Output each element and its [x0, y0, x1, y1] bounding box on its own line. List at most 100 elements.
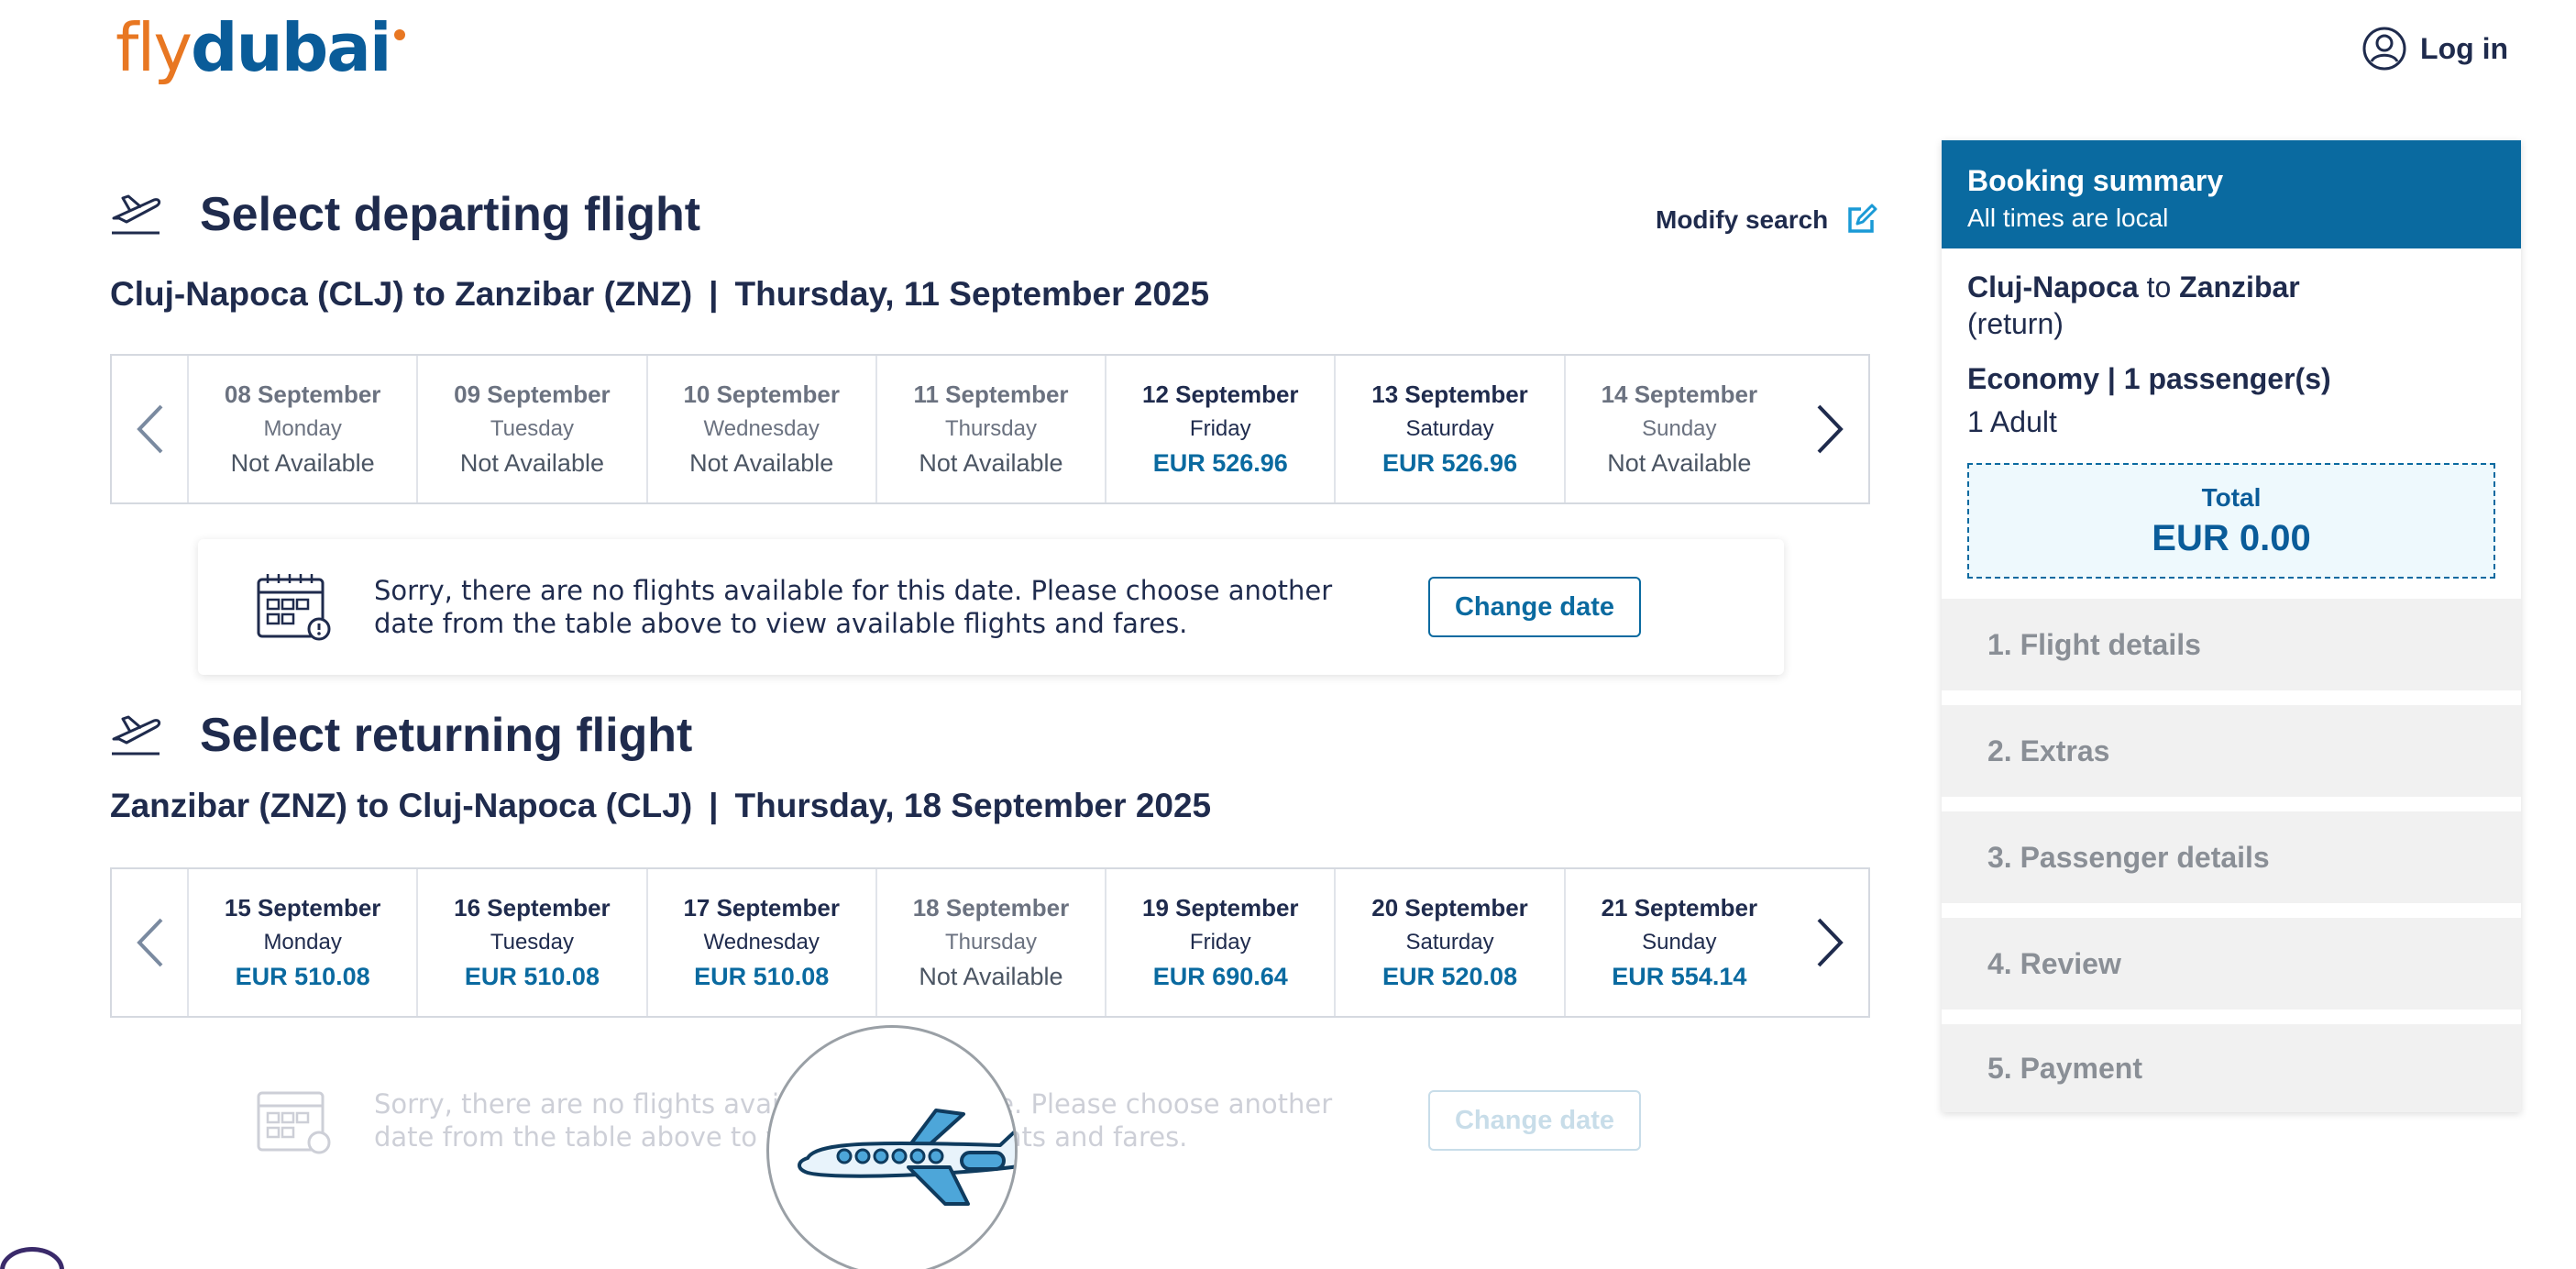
- date-cell-price: Not Available: [689, 449, 834, 477]
- returning-route: Zanzibar (ZNZ) to Cluj-Napoca (CLJ) | Thur…: [110, 787, 1211, 825]
- date-cell-weekday: Sunday: [1642, 416, 1717, 441]
- date-cell-weekday: Wednesday: [703, 930, 820, 955]
- login-button[interactable]: Log in: [2361, 26, 2508, 72]
- summary-to-word: to: [2146, 270, 2172, 303]
- date-cell[interactable]: 18 September Thursday Not Available: [875, 869, 1105, 1016]
- departing-change-date-button[interactable]: Change date: [1428, 577, 1641, 637]
- modify-search-label: Modify search: [1656, 205, 1829, 234]
- departing-no-flights-notice: Sorry, there are no flights available fo…: [198, 539, 1784, 675]
- total-value: EUR 0.00: [2152, 517, 2311, 558]
- date-cell[interactable]: 19 September Friday EUR 690.64: [1105, 869, 1334, 1016]
- booking-summary-title: Booking summary: [1967, 164, 2224, 197]
- summary-route: Cluj-Napoca to Zanzibar (return): [1967, 269, 2495, 342]
- edit-icon: [1848, 204, 1877, 233]
- date-cell-weekday: Monday: [263, 416, 342, 441]
- booking-summary-subtitle: All times are local: [1967, 204, 2169, 232]
- departing-next-button[interactable]: [1793, 356, 1868, 502]
- booking-step[interactable]: 2. Extras: [1942, 705, 2521, 797]
- returning-route-text: Zanzibar (ZNZ) to Cluj-Napoca (CLJ): [110, 787, 693, 824]
- date-cell[interactable]: 08 September Monday Not Available: [187, 356, 416, 502]
- date-cell-date: 13 September: [1371, 381, 1528, 408]
- date-cell-weekday: Friday: [1189, 416, 1251, 441]
- summary-to: Zanzibar: [2179, 270, 2300, 303]
- booking-step[interactable]: 1. Flight details: [1942, 599, 2521, 690]
- chat-assistant-icon[interactable]: [0, 1247, 64, 1269]
- booking-step[interactable]: 3. Passenger details: [1942, 811, 2521, 903]
- date-cell-price: Not Available: [459, 449, 604, 477]
- modify-search-link[interactable]: Modify search: [1656, 204, 1877, 237]
- chevron-left-icon: [137, 918, 163, 967]
- date-cell[interactable]: 13 September Saturday EUR 526.96: [1334, 356, 1563, 502]
- loading-plane-overlay: [766, 1025, 1018, 1269]
- departing-route: Cluj-Napoca (CLJ) to Zanzibar (ZNZ) | Thur…: [110, 275, 1209, 314]
- date-cell-date: 17 September: [683, 894, 840, 921]
- date-cell-date: 18 September: [912, 894, 1070, 921]
- date-cell[interactable]: 14 September Sunday Not Available: [1563, 356, 1793, 502]
- date-cell[interactable]: 15 September Monday EUR 510.08: [187, 869, 416, 1016]
- date-cell[interactable]: 21 September Sunday EUR 554.14: [1563, 869, 1793, 1016]
- returning-date-carousel: 15 September Monday EUR 510.08 16 September…: [110, 867, 1870, 1018]
- date-cell-weekday: Tuesday: [490, 416, 574, 441]
- calendar-alert-icon: [257, 574, 331, 641]
- date-cell-date: 08 September: [224, 381, 381, 408]
- logo-dubai-text: dubai: [190, 9, 392, 86]
- booking-summary-body: Cluj-Napoca to Zanzibar (return) Economy…: [1942, 248, 2521, 579]
- booking-step[interactable]: 4. Review: [1942, 918, 2521, 1010]
- date-cell-price: Not Available: [230, 449, 375, 477]
- departing-date: Thursday, 11 September 2025: [734, 275, 1210, 313]
- chevron-right-icon: [1817, 404, 1844, 454]
- date-cell[interactable]: 12 September Friday EUR 526.96: [1105, 356, 1334, 502]
- date-cell[interactable]: 20 September Saturday EUR 520.08: [1334, 869, 1563, 1016]
- departing-date-carousel: 08 September Monday Not Available 09 Septem…: [110, 354, 1870, 504]
- date-cell-date: 10 September: [683, 381, 840, 408]
- date-cell-date: 19 September: [1142, 894, 1299, 921]
- login-label: Log in: [2420, 31, 2508, 65]
- date-cell[interactable]: 17 September Wednesday EUR 510.08: [645, 869, 875, 1016]
- date-cell[interactable]: 10 September Wednesday Not Available: [645, 356, 875, 502]
- date-cell-date: 20 September: [1371, 894, 1528, 921]
- booking-steps: 1. Flight details 2. Extras 3. Passenger d…: [1942, 599, 2521, 1127]
- date-cell-price: EUR 526.96: [1152, 449, 1288, 477]
- route-separator: |: [709, 787, 719, 824]
- returning-next-button[interactable]: [1793, 869, 1868, 1016]
- date-cell-weekday: Wednesday: [703, 416, 820, 441]
- date-cell[interactable]: 11 September Thursday Not Available: [875, 356, 1105, 502]
- returning-prev-button[interactable]: [112, 869, 187, 1016]
- date-cell-weekday: Sunday: [1642, 930, 1717, 955]
- date-cell-price: Not Available: [919, 449, 1063, 477]
- user-icon: [2362, 27, 2406, 71]
- returning-title: Select returning flight: [200, 709, 693, 762]
- departing-notice-text: Sorry, there are no flights available fo…: [374, 575, 1333, 639]
- date-cell-date: 11 September: [913, 381, 1069, 408]
- chevron-right-icon: [1817, 918, 1844, 967]
- returning-days: 15 September Monday EUR 510.08 16 September…: [187, 869, 1793, 1016]
- date-cell-weekday: Friday: [1189, 930, 1251, 955]
- date-cell-date: 16 September: [454, 894, 611, 921]
- date-cell-weekday: Thursday: [944, 930, 1037, 955]
- date-cell[interactable]: 16 September Tuesday EUR 510.08: [416, 869, 645, 1016]
- date-cell-weekday: Monday: [263, 930, 342, 955]
- airplane-icon: [798, 1109, 1015, 1206]
- date-cell-weekday: Saturday: [1405, 416, 1494, 441]
- date-cell-date: 14 September: [1601, 381, 1758, 408]
- date-cell-price: EUR 510.08: [235, 963, 370, 990]
- summary-cabin: Economy | 1 passenger(s): [1967, 362, 2331, 395]
- departing-title: Select departing flight: [200, 188, 701, 241]
- plane-takeoff-icon: [112, 194, 161, 235]
- departing-prev-button[interactable]: [112, 356, 187, 502]
- logo-dot: [393, 29, 405, 40]
- booking-summary-panel: Booking summary All times are local Cluj…: [1942, 140, 2521, 1112]
- date-cell-price: EUR 554.14: [1612, 963, 1747, 990]
- date-cell-date: 15 September: [224, 894, 381, 921]
- booking-step[interactable]: 5. Payment: [1942, 1024, 2521, 1112]
- date-cell-date: 09 September: [454, 381, 611, 408]
- date-cell-weekday: Saturday: [1405, 930, 1494, 955]
- returning-change-date-button[interactable]: Change date: [1428, 1090, 1641, 1151]
- date-cell-price: Not Available: [919, 963, 1063, 990]
- total-label: Total: [2201, 482, 2262, 512]
- flydubai-logo[interactable]: fly dubai: [116, 9, 405, 86]
- date-cell[interactable]: 09 September Tuesday Not Available: [416, 356, 645, 502]
- summary-total-box: Total EUR 0.00: [1967, 463, 2495, 579]
- date-cell-price: EUR 510.08: [694, 963, 830, 990]
- plane-takeoff-icon: [112, 715, 161, 756]
